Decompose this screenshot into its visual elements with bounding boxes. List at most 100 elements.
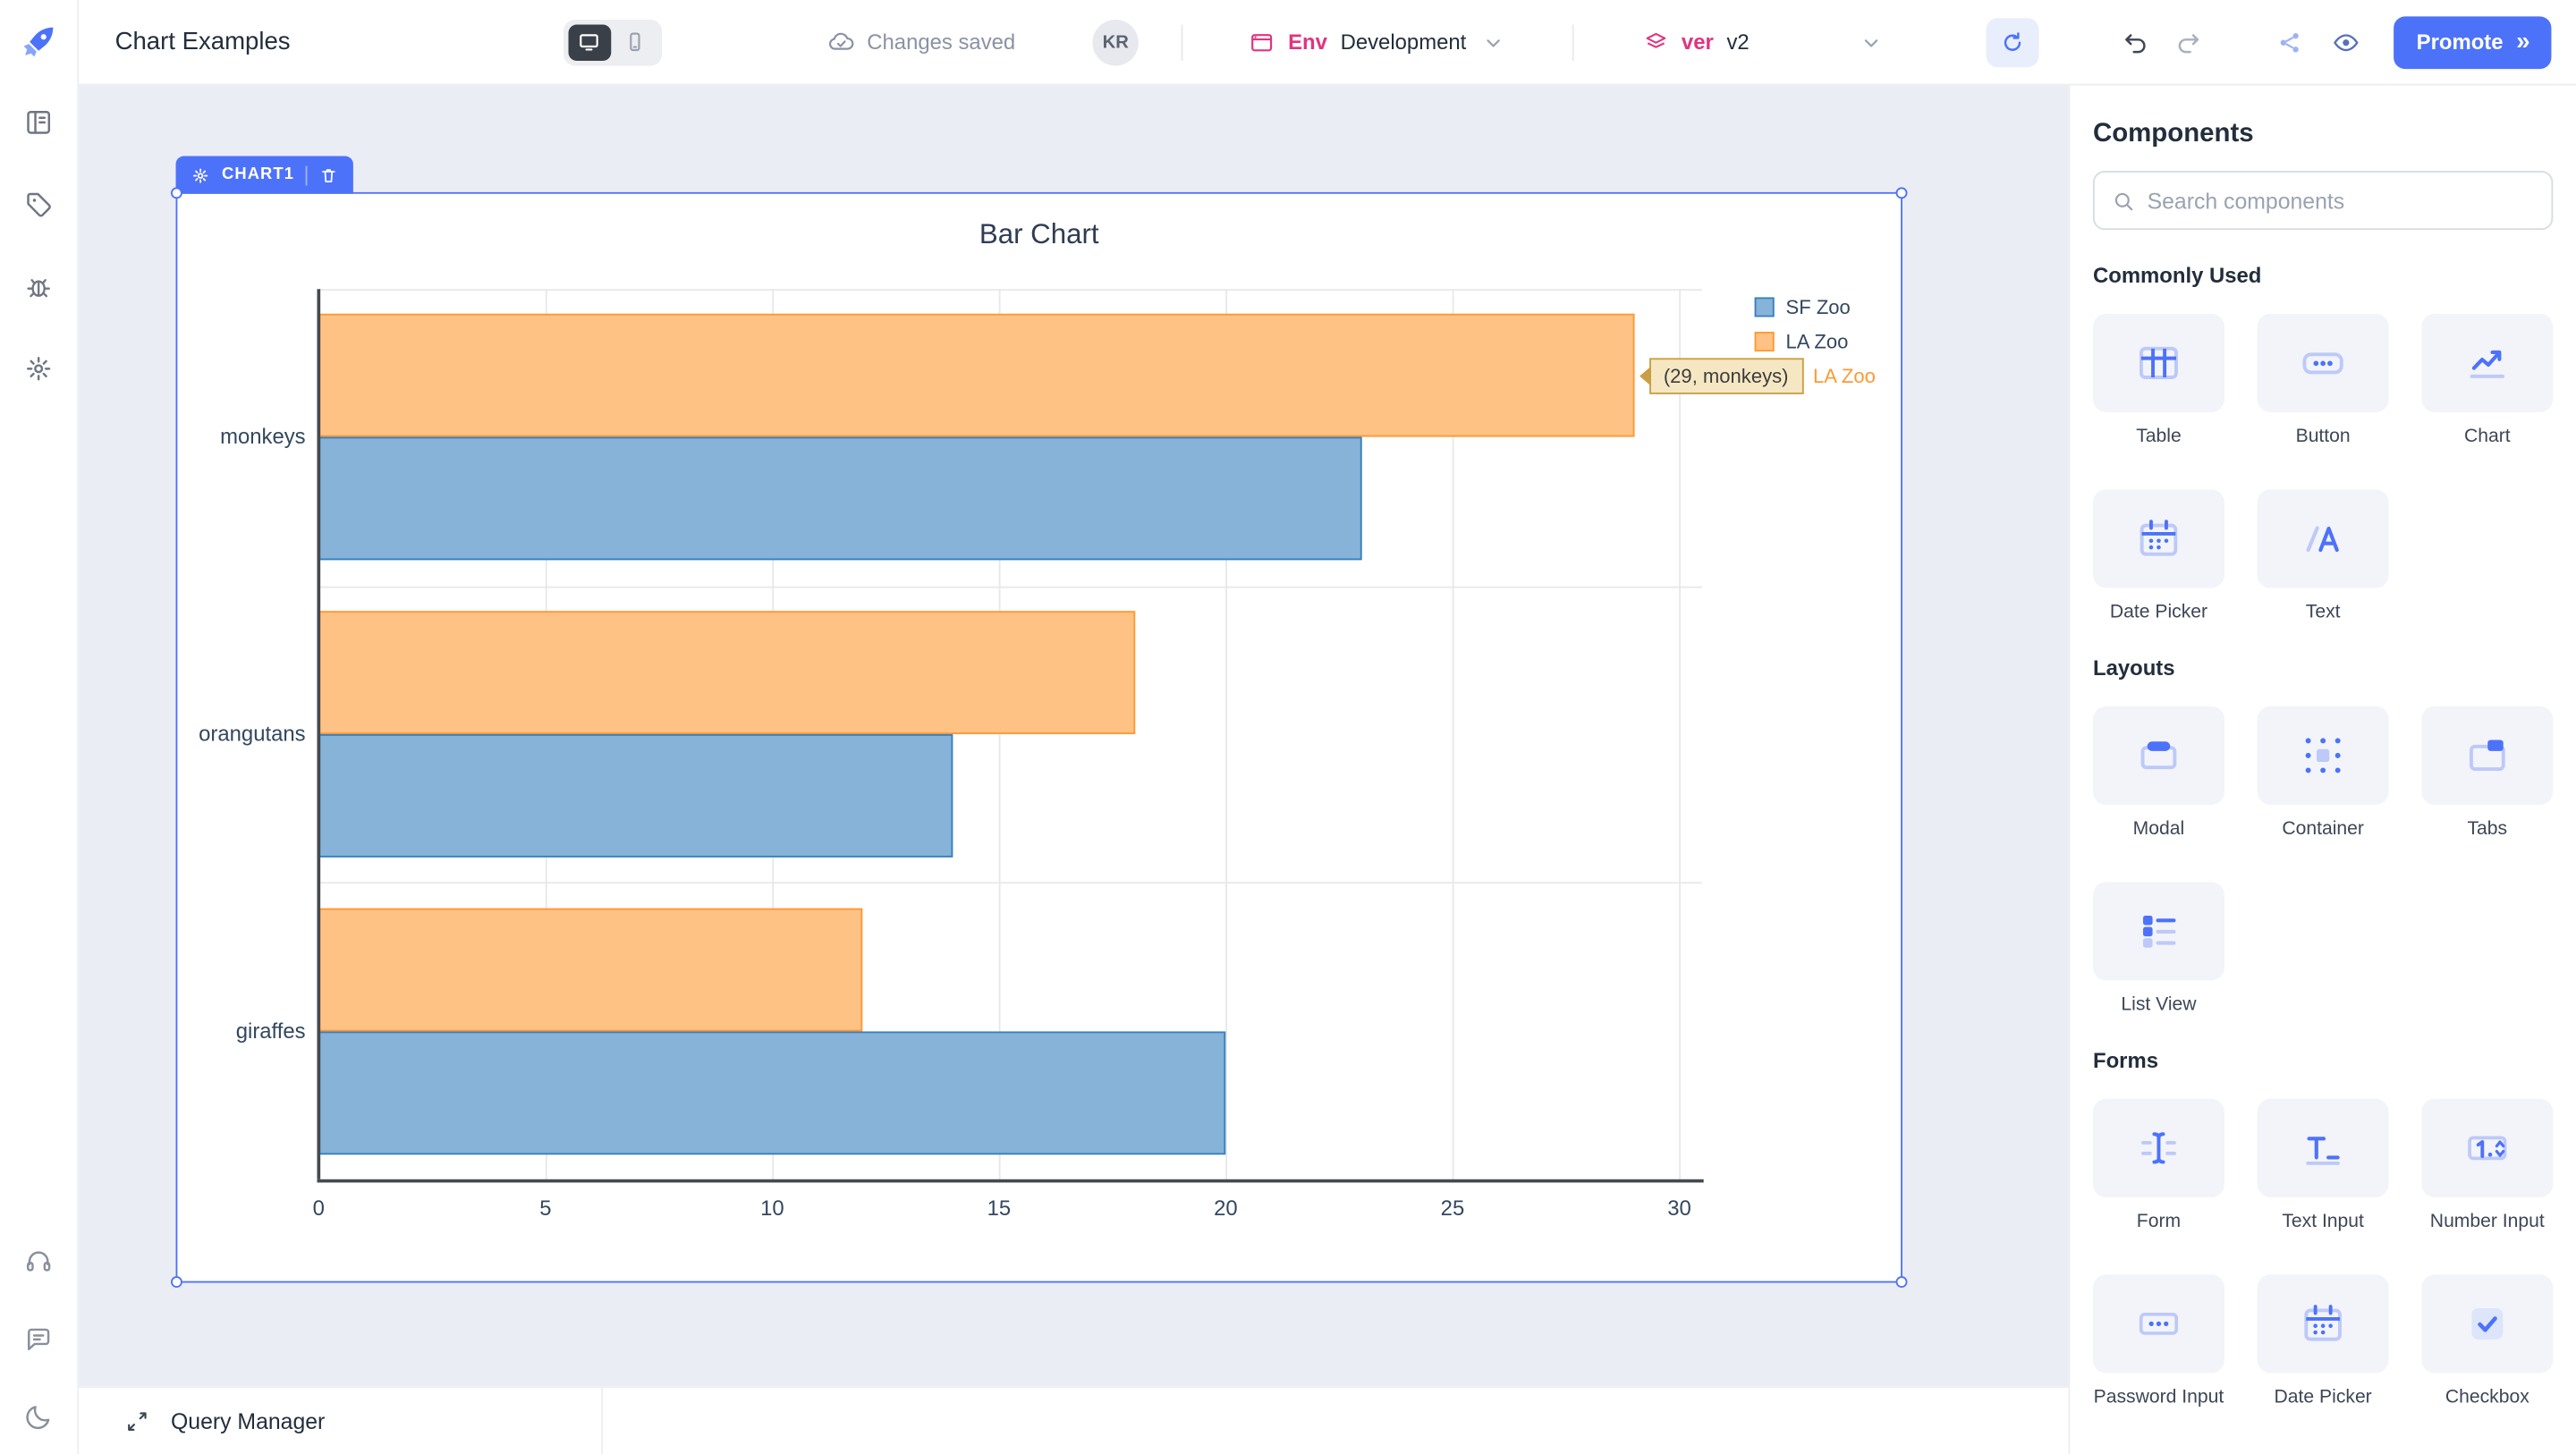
component-card-checkbox[interactable]: Checkbox [2421,1274,2553,1408]
x-tick-label: 0 [283,1196,355,1221]
bar-la-zoo-monkeys[interactable] [318,314,1633,437]
bar-sf-zoo-monkeys[interactable] [318,437,1361,561]
category-label-orangutans: orangutans [151,721,306,746]
device-toggle [563,19,661,64]
chart-widget[interactable]: CHART1 Bar Chart (29, monkeys) LA Zoo 05… [176,192,1902,1283]
search-icon [2111,188,2136,213]
text-input-icon [2258,1099,2389,1197]
form-icon [2093,1099,2224,1197]
component-card-text[interactable]: Text [2258,489,2389,622]
env-label: Env [1288,30,1327,55]
app-logo-rocket-icon[interactable] [16,20,61,64]
search-components-box[interactable] [2093,171,2553,230]
component-card-table[interactable]: Table [2093,314,2224,447]
component-label: Container [2282,820,2364,840]
legend-label: SF Zoo [1786,296,1851,319]
environment-selector[interactable]: Env Development [1249,29,1505,55]
component-card-tabs[interactable]: Tabs [2421,706,2553,840]
resize-handle-bottom-right[interactable] [1896,1276,1908,1288]
widget-delete-trash-icon[interactable] [319,165,339,185]
component-card-date-picker[interactable]: Date Picker [2258,1274,2389,1408]
component-label: Text Input [2282,1213,2364,1232]
component-label: Modal [2133,820,2185,840]
components-section-commonly-used: Commonly UsedTableButtonChartDate Picker… [2093,263,2553,622]
desktop-view-button[interactable] [568,24,611,60]
redo-icon[interactable] [2174,27,2203,56]
list-view-icon [2093,882,2224,980]
x-axis-line [317,1179,1703,1183]
bottom-bar: Query Manager [79,1386,2068,1454]
cloud-check-icon [826,27,855,56]
component-card-button[interactable]: Button [2258,314,2389,447]
component-card-chart[interactable]: Chart [2421,314,2553,447]
bar-la-zoo-giraffes[interactable] [318,908,862,1031]
double-chevron-right-icon: » [2516,30,2528,55]
table-icon [2093,314,2224,412]
debugger-bug-icon[interactable] [23,271,55,302]
bar-la-zoo-orangutans[interactable] [318,611,1135,734]
widget-name: CHART1 [222,166,294,184]
tooltip-series-label: LA Zoo [1809,363,1881,389]
widget-tag[interactable]: CHART1 [176,156,354,193]
x-tick-label: 15 [962,1196,1035,1221]
refresh-button[interactable] [1986,17,2038,66]
settings-gear-icon[interactable] [23,353,55,385]
support-headset-icon[interactable] [23,1247,55,1278]
pages-icon[interactable] [23,106,55,138]
tooltip-text: (29, monkeys) [1664,364,1789,387]
y-gridline [318,586,1702,588]
resize-handle-bottom-left[interactable] [171,1276,182,1288]
promote-button[interactable]: Promote » [2394,15,2551,68]
chart-legend: SF Zoo LA Zoo [1755,292,1851,357]
checkbox-icon [2421,1274,2553,1373]
app-title: Chart Examples [115,28,291,55]
component-card-text-input[interactable]: Text Input [2258,1099,2389,1232]
component-card-password-input[interactable]: Password Input [2093,1274,2224,1408]
component-card-list-view[interactable]: List View [2093,882,2224,1015]
chart-plot-area: (29, monkeys) LA Zoo 051015202530monkeys… [318,289,1702,1179]
search-components-input[interactable] [2148,188,2535,213]
preview-eye-icon[interactable] [2331,27,2360,56]
component-card-form[interactable]: Form [2093,1099,2224,1232]
components-section-layouts: LayoutsModalContainerTabsList View [2093,655,2553,1015]
env-value: Development [1341,30,1467,55]
modal-icon [2093,706,2224,805]
components-panel-title: Components [2093,120,2553,149]
refresh-icon [1999,29,2025,55]
components-section-forms: FormsFormText InputNumber InputPassword … [2093,1048,2553,1408]
text-icon [2258,489,2389,588]
rail-bottom-group [23,1247,55,1433]
component-label: Chart [2464,427,2511,447]
bar-sf-zoo-giraffes[interactable] [318,1031,1225,1154]
query-manager-label[interactable]: Query Manager [171,1409,325,1434]
tag-icon[interactable] [23,189,55,220]
component-label: Table [2136,427,2182,447]
bar-sf-zoo-orangutans[interactable] [318,734,953,858]
widget-settings-gear-icon[interactable] [191,165,210,185]
hover-tooltip: (29, monkeys) LA Zoo [1648,358,1880,393]
chat-bubble-icon[interactable] [23,1323,55,1355]
component-card-number-input[interactable]: Number Input [2421,1099,2553,1232]
editor-canvas[interactable]: CHART1 Bar Chart (29, monkeys) LA Zoo 05… [79,86,2068,1387]
chevron-down-icon [1479,29,1505,55]
undo-icon[interactable] [2121,27,2150,56]
share-icon[interactable] [2275,27,2305,56]
component-label: Checkbox [2445,1388,2529,1408]
y-axis-line [317,289,320,1179]
resize-handle-top-left[interactable] [171,187,182,199]
user-avatar[interactable]: KR [1093,19,1139,64]
component-label: Button [2296,427,2351,447]
component-label: Text [2306,603,2341,622]
dark-mode-moon-icon[interactable] [23,1401,55,1433]
component-card-date-picker[interactable]: Date Picker [2093,489,2224,622]
component-card-modal[interactable]: Modal [2093,706,2224,840]
mobile-view-button[interactable] [614,24,657,60]
expand-icon[interactable] [125,1409,150,1434]
version-selector[interactable]: ver v2 [1642,29,1884,55]
component-card-container[interactable]: Container [2258,706,2389,840]
promote-label: Promote [2417,30,2504,55]
resize-handle-top-right[interactable] [1896,187,1908,199]
legend-item-la-zoo[interactable]: LA Zoo [1755,327,1851,357]
tooltip-box: (29, monkeys) [1648,358,1803,393]
legend-item-sf-zoo[interactable]: SF Zoo [1755,292,1851,322]
